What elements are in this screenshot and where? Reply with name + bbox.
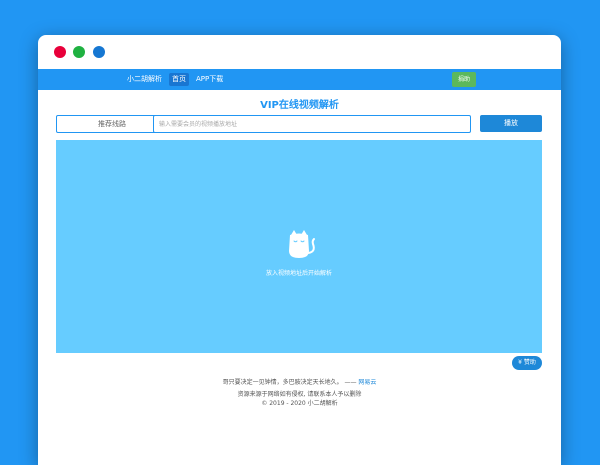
nav-item-app-download[interactable]: APP下载 [193, 73, 226, 86]
quote-author-link[interactable]: 网易云 [358, 379, 376, 386]
top-navbar: 小二胡解析 首页 APP下载 捐助 [38, 69, 561, 90]
sponsor-button[interactable]: ¥ 赞助 [512, 356, 542, 370]
browser-window: 小二胡解析 首页 APP下载 捐助 VIP在线视频解析 推荐线路 播放 放入视频… [38, 35, 561, 465]
cat-icon [289, 230, 315, 258]
video-player-area[interactable]: 放入视频地址后开始解析 [56, 140, 542, 353]
close-window-dot[interactable] [54, 46, 66, 58]
page-title: VIP在线视频解析 [260, 100, 339, 111]
brand-logo-text[interactable]: 小二胡解析 [127, 74, 162, 85]
route-select-button[interactable]: 推荐线路 [56, 115, 168, 133]
footer-disclaimer: 资源来源于网络如有侵权, 请联系本人予以删除 [237, 391, 362, 398]
play-button[interactable]: 播放 [480, 115, 542, 132]
player-hint: 放入视频地址后开始解析 [265, 270, 332, 277]
video-url-input[interactable] [153, 115, 471, 133]
maximize-window-dot[interactable] [93, 46, 105, 58]
donate-button[interactable]: 捐助 [452, 72, 476, 87]
minimize-window-dot[interactable] [73, 46, 85, 58]
quote-text: 哥只要决定一见钟情，多巴胺决定天长地久。 —— [222, 379, 359, 386]
footer-copyright: © 2019 - 2020 小二胡解析 [261, 400, 338, 407]
footer-quote: 哥只要决定一见钟情，多巴胺决定天长地久。 —— 网易云 [38, 377, 561, 386]
nav-item-home[interactable]: 首页 [169, 73, 189, 86]
